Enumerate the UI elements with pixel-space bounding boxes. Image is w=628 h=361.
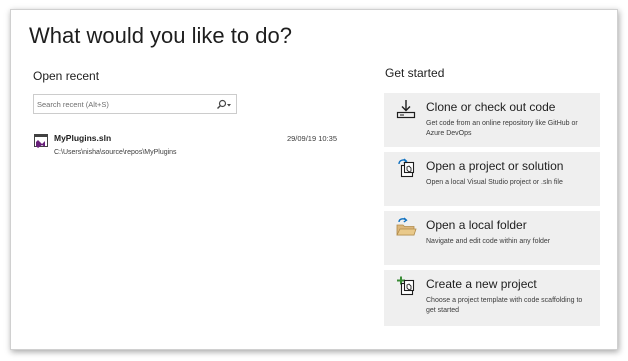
search-recent-input[interactable]	[34, 95, 204, 113]
page-title: What would you like to do?	[29, 23, 292, 48]
open-folder-button[interactable]: Open a local folder Navigate and edit co…	[384, 211, 600, 265]
recent-item-name: MyPlugins.sln	[54, 133, 112, 143]
clone-code-description: Get code from an online repository like …	[426, 120, 578, 137]
clone-download-icon	[395, 98, 417, 120]
new-project-icon	[395, 275, 417, 297]
recent-item-path: C:\Users\nisha\source\repos\MyPlugins	[54, 149, 177, 156]
get-started-heading: Get started	[385, 66, 445, 80]
solution-file-icon	[33, 133, 49, 149]
recent-item-myplugins[interactable]: MyPlugins.sln C:\Users\nisha\source\repo…	[33, 132, 337, 166]
open-folder-title: Open a local folder	[426, 218, 527, 232]
open-folder-icon	[395, 216, 417, 238]
open-recent-heading: Open recent	[33, 69, 100, 83]
create-project-button[interactable]: Create a new project Choose a project te…	[384, 270, 600, 326]
clone-code-title: Clone or check out code	[426, 100, 556, 114]
create-project-title: Create a new project	[426, 277, 537, 291]
create-project-description: Choose a project template with code scaf…	[426, 297, 583, 314]
search-recent-box[interactable]	[33, 94, 237, 114]
open-folder-description: Navigate and edit code within any folder	[426, 238, 551, 245]
recent-item-date: 29/09/19 10:35	[286, 134, 337, 143]
search-icon[interactable]	[216, 98, 232, 110]
start-window: What would you like to do? Open recent M…	[10, 9, 618, 350]
clone-code-button[interactable]: Clone or check out code Get code from an…	[384, 93, 600, 147]
open-project-icon	[395, 157, 417, 179]
open-project-title: Open a project or solution	[426, 159, 564, 173]
open-project-description: Open a local Visual Studio project or .s…	[426, 179, 563, 186]
open-project-button[interactable]: Open a project or solution Open a local …	[384, 152, 600, 206]
